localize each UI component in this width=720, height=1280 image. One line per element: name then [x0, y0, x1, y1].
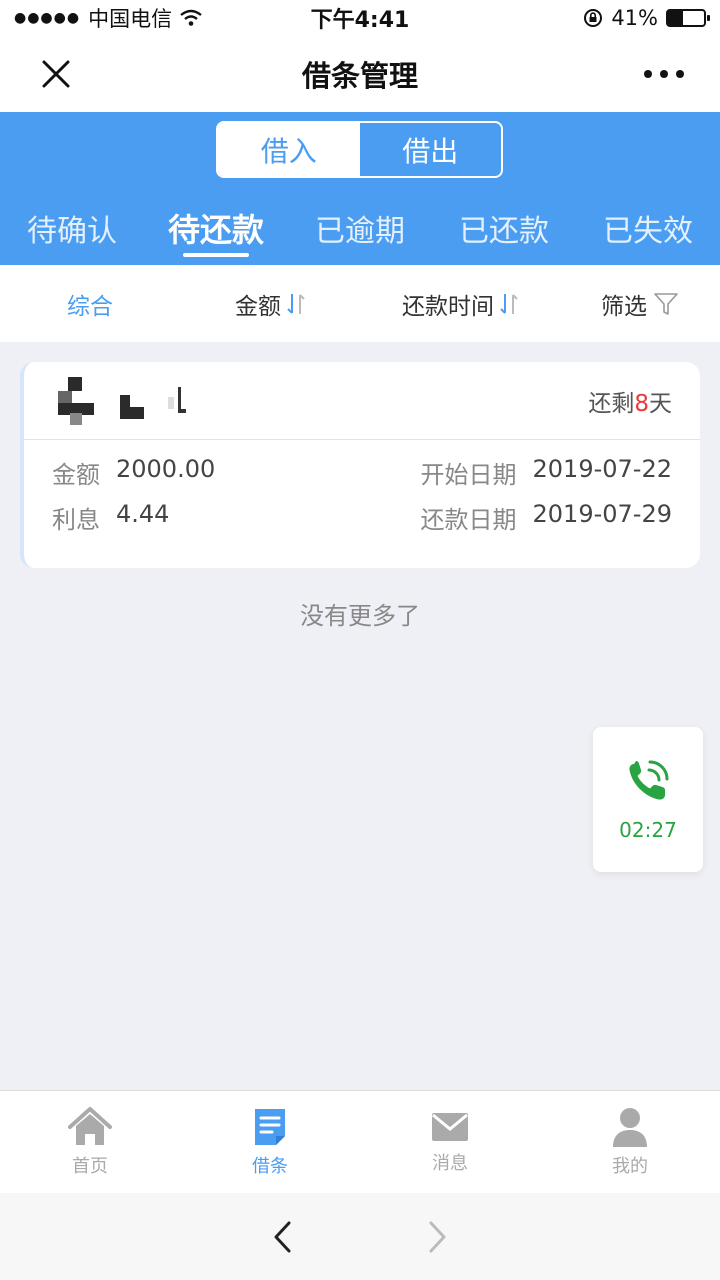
sort-repay-time-label: 还款时间 [402, 293, 494, 320]
more-dot [644, 70, 652, 78]
interest-value: 4.44 [116, 500, 170, 528]
tabbar-iou[interactable]: 借条 [180, 1091, 360, 1193]
sort-overall[interactable]: 综合 [0, 265, 180, 342]
start-date-label: 开始日期 [420, 461, 517, 489]
filter-icon [654, 292, 678, 315]
call-duration: 02:27 [619, 817, 677, 842]
tabbar-label: 消息 [432, 1153, 468, 1174]
status-left: ●●●●● 中国电信 [14, 3, 202, 33]
more-dot [660, 70, 668, 78]
header-panel: 借入 借出 待确认 待还款 已逾期 已还款 已失效 [0, 112, 720, 265]
battery-percent: 41% [611, 6, 658, 30]
call-widget[interactable]: 02:27 [593, 727, 703, 872]
page-title: 借条管理 [301, 59, 418, 93]
remaining-suffix: 天 [649, 390, 672, 417]
tab-label: 待确认 [27, 214, 117, 249]
tabbar-label: 借条 [252, 1156, 288, 1177]
status-tabs: 待确认 待还款 已逾期 已还款 已失效 [0, 198, 720, 258]
tabbar-home[interactable]: 首页 [0, 1091, 180, 1193]
rotation-lock-icon [584, 9, 603, 27]
amount-value: 2000.00 [116, 455, 216, 483]
interest-label: 利息 [52, 506, 100, 534]
repay-date-value: 2019-07-29 [532, 500, 672, 528]
mail-icon [432, 1113, 468, 1141]
tab-underline [183, 253, 249, 257]
sort-arrows-icon [287, 293, 305, 314]
amount-label: 金额 [52, 461, 100, 489]
repay-date-field: 还款日期 2019-07-29 [421, 500, 672, 535]
remaining-prefix: 还剩 [588, 390, 635, 417]
tabbar-label: 首页 [72, 1156, 108, 1177]
tab-label: 已逾期 [315, 214, 405, 249]
loan-card[interactable]: 还剩8天 金额 2000.00 开始日期 2019-07-22 利息 4.44 … [20, 362, 700, 568]
mosaic-block [168, 386, 188, 415]
sort-arrows-icon [500, 293, 518, 314]
wifi-icon [180, 9, 202, 26]
amount-field: 金额 2000.00 [52, 455, 215, 490]
borrow-lend-toggle: 借入 借出 [216, 121, 503, 178]
nav-bar: 借条管理 [0, 36, 720, 112]
document-icon [255, 1109, 285, 1145]
remaining-days: 还剩8天 [588, 384, 672, 418]
interest-field: 利息 4.44 [52, 500, 169, 535]
home-icon [68, 1107, 112, 1145]
mosaic-block [120, 394, 146, 419]
start-date-field: 开始日期 2019-07-22 [421, 455, 672, 490]
tabbar-profile[interactable]: 我的 [540, 1091, 720, 1193]
segment-lend-out[interactable]: 借出 [360, 123, 502, 176]
segment-borrow-in[interactable]: 借入 [218, 123, 360, 176]
user-icon [613, 1108, 647, 1147]
sort-bar: 综合 金额 还款时间 筛选 [0, 265, 720, 342]
more-icon[interactable] [644, 60, 684, 88]
tab-pending-repay[interactable]: 待还款 [144, 198, 288, 258]
tab-label: 已还款 [459, 214, 549, 249]
sort-repay-time[interactable]: 还款时间 [360, 265, 560, 342]
phone-call-icon [629, 760, 669, 800]
tab-pending-confirm[interactable]: 待确认 [0, 198, 144, 258]
battery-icon [666, 9, 710, 27]
loan-card-header: 还剩8天 [24, 362, 700, 440]
back-arrow-icon[interactable] [271, 1220, 295, 1254]
bottom-tab-bar: 首页 借条 消息 我的 [0, 1090, 720, 1193]
loan-row: 金额 2000.00 开始日期 2019-07-22 [52, 450, 672, 495]
mosaic-block [58, 376, 98, 425]
forward-arrow-icon[interactable] [425, 1220, 449, 1254]
tab-label: 待还款 [167, 211, 264, 249]
carrier-name: 中国电信 [88, 7, 173, 31]
remaining-days-count: 8 [634, 390, 649, 417]
close-icon[interactable] [36, 54, 76, 94]
tabbar-messages[interactable]: 消息 [360, 1091, 540, 1193]
status-right: 41% [583, 6, 710, 30]
borrower-name-obscured [58, 376, 188, 425]
more-dot [676, 70, 684, 78]
tab-expired[interactable]: 已失效 [576, 198, 720, 258]
signal-strength-icon: ●●●●● [14, 10, 81, 26]
battery-level [668, 11, 683, 25]
sort-amount-label: 金额 [235, 293, 281, 320]
tabbar-label: 我的 [612, 1156, 648, 1177]
filter-label: 筛选 [601, 293, 647, 320]
tab-label: 已失效 [603, 214, 693, 249]
tab-overdue[interactable]: 已逾期 [288, 198, 432, 258]
browser-nav [0, 1193, 720, 1280]
filter-button[interactable]: 筛选 [560, 265, 720, 342]
tab-repaid[interactable]: 已还款 [432, 198, 576, 258]
loan-row: 利息 4.44 还款日期 2019-07-29 [52, 495, 672, 540]
loan-card-body: 金额 2000.00 开始日期 2019-07-22 利息 4.44 还款日期 … [24, 440, 700, 540]
status-bar: ●●●●● 中国电信 下午4:41 41% [0, 0, 720, 36]
repay-date-label: 还款日期 [420, 506, 517, 534]
sort-overall-label: 综合 [67, 293, 113, 320]
start-date-value: 2019-07-22 [532, 455, 672, 483]
sort-amount[interactable]: 金额 [180, 265, 360, 342]
no-more-text: 没有更多了 [300, 602, 420, 630]
